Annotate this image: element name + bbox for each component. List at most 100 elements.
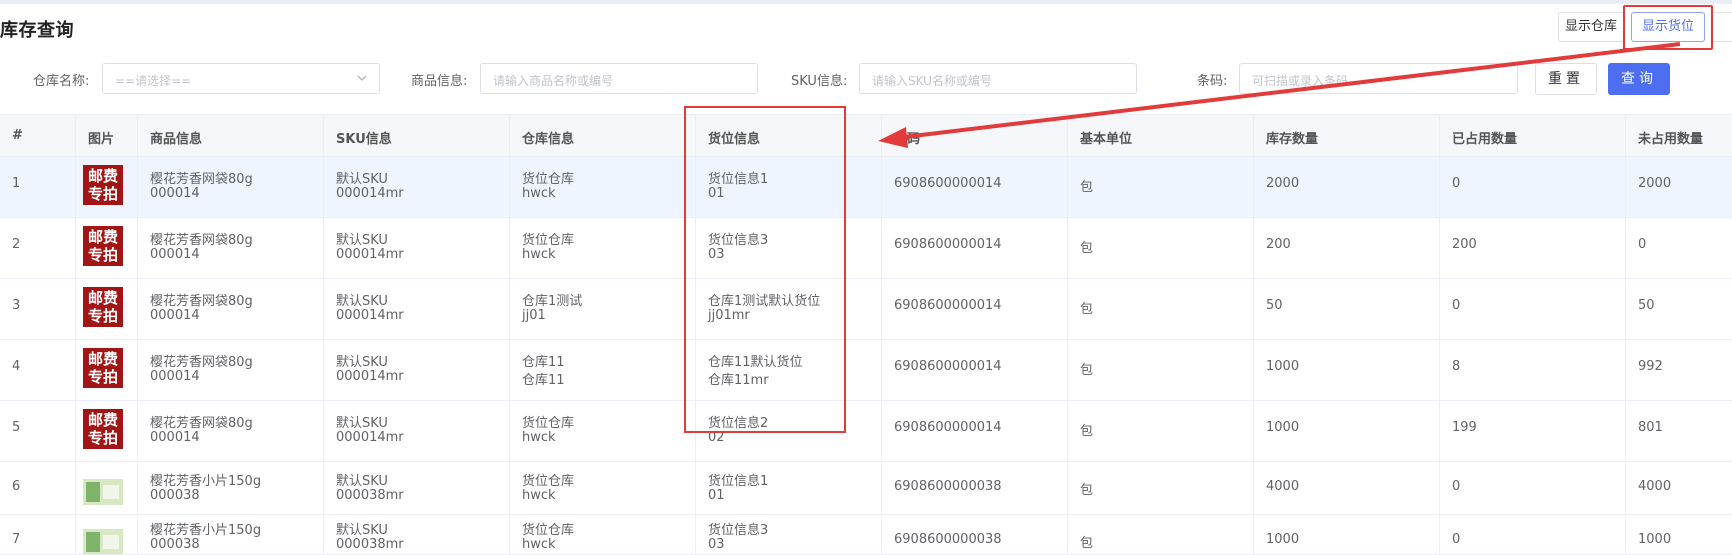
sku-name: 默认SKU	[336, 172, 388, 187]
thumbnail-text-1: 邮费	[87, 167, 118, 185]
free-value: 1000	[1638, 532, 1672, 547]
thumbnail-text-2: 专拍	[87, 185, 118, 203]
warehouse-name: 仓库1测试	[522, 294, 583, 309]
header-product: 商品信息	[138, 115, 324, 156]
product-code: 000014	[150, 308, 200, 323]
sku-input[interactable]: 请输入SKU名称或编号	[859, 63, 1137, 94]
product-thumbnail: 邮费 专拍	[83, 226, 123, 266]
warehouse-code: hwck	[522, 186, 556, 201]
stock-value: 200	[1266, 237, 1291, 252]
highlight-box-show-location	[1623, 5, 1713, 50]
used-value: 8	[1452, 359, 1461, 374]
warehouse-name: 仓库11	[522, 355, 565, 370]
used-value: 199	[1452, 420, 1477, 435]
barcode-value: 6908600000014	[894, 237, 1002, 252]
stock-value: 1000	[1266, 420, 1300, 435]
product-thumbnail: 邮费 专拍	[83, 287, 123, 327]
product-code: 000014	[150, 430, 200, 445]
warehouse-code: jj01	[522, 308, 546, 323]
used-value: 0	[1452, 298, 1461, 313]
row-index: 7	[12, 532, 21, 547]
table-row[interactable]: 5 邮费 专拍 樱花芳香网袋80g 000014 默认SKU 000014mr 货位仓…	[0, 401, 1732, 462]
product-name: 樱花芳香小片150g	[150, 523, 262, 538]
table-header-row: # 图片 商品信息 SKU信息 仓库信息 货位信息 条码 基本单位 库存数量 已…	[0, 115, 1732, 157]
warehouse-name: 货位仓库	[522, 474, 575, 489]
table-row[interactable]: 7 樱花芳香小片150g 000038 默认SKU 000038mr 货位仓库 hwc…	[0, 515, 1732, 555]
barcode-value: 6908600000014	[894, 176, 1002, 191]
stock-value: 2000	[1266, 176, 1300, 191]
chevron-down-icon	[355, 70, 369, 89]
sku-code: 000038mr	[336, 488, 404, 503]
warehouse-code: hwck	[522, 537, 556, 552]
thumbnail-text-2: 专拍	[87, 246, 118, 264]
table-row[interactable]: 2 邮费 专拍 樱花芳香网袋80g 000014 默认SKU 000014mr 货位仓…	[0, 218, 1732, 279]
header-image: 图片	[76, 115, 138, 156]
free-value: 992	[1638, 359, 1663, 374]
stock-value: 1000	[1266, 359, 1300, 374]
header-used: 已占用数量	[1440, 115, 1626, 156]
more-button[interactable]	[1711, 12, 1732, 42]
unit-value: 包	[1080, 180, 1094, 195]
product-name: 樱花芳香网袋80g	[150, 355, 253, 370]
row-index: 1	[12, 176, 21, 191]
table-row[interactable]: 6 樱花芳香小片150g 000038 默认SKU 000038mr 货位仓库 hwc…	[0, 462, 1732, 515]
barcode-input[interactable]: 可扫描或录入条码	[1239, 63, 1518, 94]
sku-code: 000038mr	[336, 537, 404, 552]
row-index: 6	[12, 479, 21, 494]
unit-value: 包	[1080, 483, 1094, 498]
sku-name: 默认SKU	[336, 523, 388, 538]
product-input[interactable]: 请输入商品名称或编号	[480, 63, 758, 94]
stock-value: 50	[1266, 298, 1283, 313]
product-code: 000014	[150, 247, 200, 262]
warehouse-code: 仓库11	[522, 373, 565, 388]
warehouse-name: 货位仓库	[522, 172, 575, 187]
row-index: 2	[12, 237, 21, 252]
stock-value: 1000	[1266, 532, 1300, 547]
header-warehouse: 仓库信息	[510, 115, 696, 156]
sku-code: 000014mr	[336, 430, 404, 445]
header-unit: 基本单位	[1068, 115, 1254, 156]
header-stock: 库存数量	[1254, 115, 1440, 156]
location-name: 货位信息1	[708, 474, 769, 489]
thumbnail-text-2: 专拍	[87, 368, 118, 386]
barcode-filter-label: 条码:	[1197, 74, 1228, 89]
thumbnail-text-2: 专拍	[87, 429, 118, 447]
product-thumbnail	[83, 479, 123, 505]
product-name: 樱花芳香网袋80g	[150, 416, 253, 431]
sku-input-placeholder: 请输入SKU名称或编号	[872, 74, 992, 88]
barcode-value: 6908600000014	[894, 359, 1002, 374]
table-row[interactable]: 4 邮费 专拍 樱花芳香网袋80g 000014 默认SKU 000014mr 仓库1…	[0, 340, 1732, 401]
free-value: 0	[1638, 237, 1647, 252]
free-value: 50	[1638, 298, 1655, 313]
product-thumbnail	[83, 529, 123, 554]
unit-value: 包	[1080, 536, 1094, 551]
reset-button[interactable]: 重置	[1535, 63, 1597, 95]
highlight-box-location-column	[684, 106, 846, 433]
barcode-value: 6908600000038	[894, 532, 1002, 547]
header-sku: SKU信息	[324, 115, 510, 156]
thumbnail-text-1: 邮费	[87, 228, 118, 246]
warehouse-code: hwck	[522, 488, 556, 503]
product-name: 樱花芳香网袋80g	[150, 172, 253, 187]
free-value: 4000	[1638, 479, 1672, 494]
table-row[interactable]: 3 邮费 专拍 樱花芳香网袋80g 000014 默认SKU 000014mr 仓库1…	[0, 279, 1732, 340]
unit-value: 包	[1080, 363, 1094, 378]
product-input-placeholder: 请输入商品名称或编号	[493, 74, 614, 88]
warehouse-select-placeholder: ==请选择==	[115, 74, 192, 88]
product-thumbnail: 邮费 专拍	[83, 409, 123, 449]
header-barcode: 条码	[882, 115, 1068, 156]
unit-value: 包	[1080, 424, 1094, 439]
warehouse-filter-label: 仓库名称:	[33, 74, 90, 89]
product-thumbnail: 邮费 专拍	[83, 165, 123, 205]
row-index: 3	[12, 298, 21, 313]
thumbnail-text-1: 邮费	[87, 411, 118, 429]
barcode-value: 6908600000014	[894, 298, 1002, 313]
location-code: 03	[708, 537, 725, 552]
query-button[interactable]: 查询	[1608, 63, 1670, 95]
row-index: 5	[12, 420, 21, 435]
table-row[interactable]: 1 邮费 专拍 樱花芳香网袋80g 000014 默认SKU 000014mr 货位仓…	[0, 157, 1732, 218]
used-value: 0	[1452, 479, 1461, 494]
show-warehouse-button[interactable]: 显示仓库	[1558, 12, 1624, 42]
sku-name: 默认SKU	[336, 233, 388, 248]
warehouse-select[interactable]: ==请选择==	[102, 63, 380, 94]
